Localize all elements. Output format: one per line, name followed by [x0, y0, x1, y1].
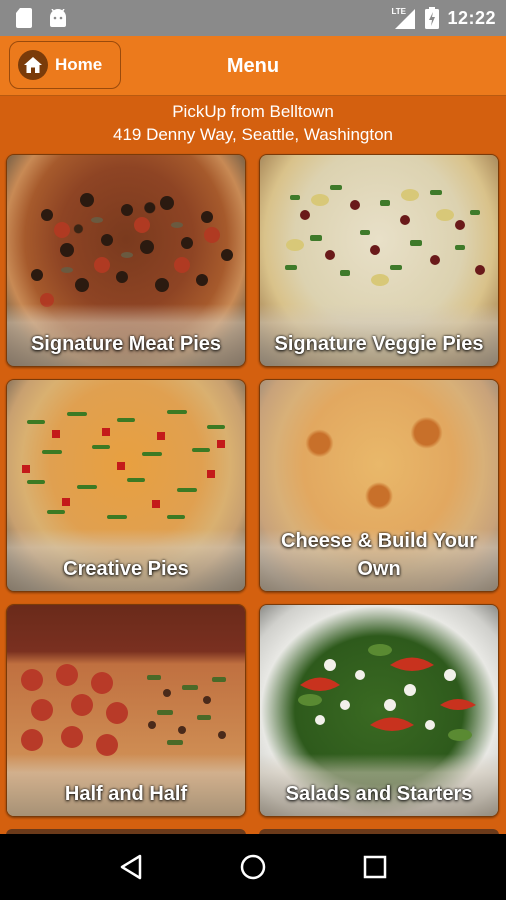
app-bar: Home Menu	[0, 36, 506, 96]
home-nav-button[interactable]	[233, 847, 273, 887]
category-label: Creative Pies	[63, 558, 189, 580]
home-button[interactable]: Home	[9, 41, 121, 89]
category-label: Half and Half	[64, 783, 188, 805]
pickup-store: PickUp from Belltown	[172, 102, 334, 121]
category-tile-salads-and-starters[interactable]: Salads and Starters	[259, 604, 499, 817]
home-circle-icon	[240, 854, 266, 880]
category-label: Salads and Starters	[285, 783, 473, 805]
home-icon	[18, 50, 48, 80]
category-tile-signature-meat-pies[interactable]: Signature Meat Pies	[6, 154, 246, 367]
category-tile-signature-veggie-pies[interactable]: Signature Veggie Pies	[259, 154, 499, 367]
android-icon	[50, 9, 66, 27]
category-tile-creative-pies[interactable]: Creative Pies	[6, 379, 246, 592]
recents-icon	[363, 855, 387, 879]
back-button[interactable]	[111, 847, 151, 887]
category-tile-half-and-half[interactable]: Half and Half	[6, 604, 246, 817]
pickup-address: 419 Denny Way, Seattle, Washington	[112, 125, 394, 144]
category-grid: Signature Meat Pies Signature Veggie Pie…	[6, 154, 500, 817]
category-label: Cheese & Build Your Own	[281, 530, 477, 580]
category-tile-cheese-build-your-own[interactable]: Cheese & Build Your Own	[259, 379, 499, 592]
system-nav-bar	[0, 834, 506, 900]
category-label: Signature Veggie Pies	[274, 333, 484, 355]
signal-icon: LTE	[391, 7, 417, 29]
sd-card-icon	[16, 8, 32, 28]
pickup-location: PickUp from Belltown 419 Denny Way, Seat…	[0, 100, 506, 152]
status-bar: LTE 12:22	[0, 0, 506, 36]
recents-button[interactable]	[355, 847, 395, 887]
back-icon	[120, 854, 142, 880]
home-button-label: Home	[55, 55, 103, 74]
category-label: Signature Meat Pies	[30, 333, 222, 355]
battery-icon	[425, 7, 440, 29]
clock: 12:22	[447, 7, 496, 28]
